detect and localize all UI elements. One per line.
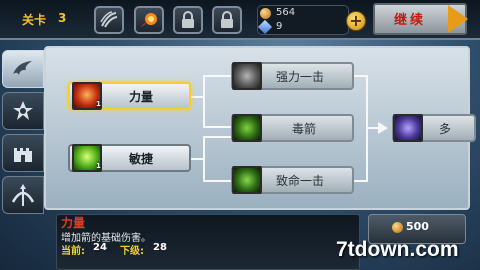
connector [203,136,231,138]
skill-label: 力量 [129,89,154,104]
skill-slot-fireball[interactable] [134,6,164,34]
skill-node-fatal-strike[interactable]: 致命一击 [231,166,354,194]
connector [353,75,367,77]
skill-level-badge: 1 [96,100,101,108]
next-level-label: 下级: [120,246,144,257]
skill-node-poison-arrow[interactable]: 毒箭 [231,114,354,142]
skill-label: 强力一击 [276,69,325,84]
current-level-label: 当前: [61,246,85,257]
skill-node-power-shot[interactable]: 强力一击 [231,62,354,90]
skill-slot-locked-1[interactable] [173,6,203,34]
castle-icon [14,148,32,162]
skill-label: 毒箭 [292,121,317,136]
star-icon [13,101,33,120]
skill-node-strength[interactable]: 力量 [68,82,191,110]
arrow-icon [378,122,388,134]
tab-castle[interactable] [2,134,44,172]
connector [203,180,231,182]
next-level-value: 28 [153,242,167,253]
poison-arrow-icon [232,114,262,142]
currency-panel [257,5,349,35]
connector [353,180,367,182]
watermark: 7tdown.com [336,238,459,261]
level-label: 关卡 [22,13,47,27]
skill-slot-locked-2[interactable] [212,6,242,34]
multi-shot-icon [393,114,423,142]
tab-wing[interactable] [2,50,44,88]
coin-count: 564 [276,7,296,18]
connector [190,158,204,160]
bow-icon [11,184,35,206]
coin-icon [392,222,403,233]
continue-arrow-icon [448,5,468,33]
fireball-icon [140,13,157,27]
add-currency-button[interactable]: + [346,11,366,31]
lock-icon [221,11,233,28]
gem-count: 9 [276,21,283,32]
skill-label: 致命一击 [276,173,325,188]
connector [203,75,231,77]
connector [203,126,231,128]
skill-slot-claw[interactable] [94,6,124,34]
upgrade-cost: 500 [406,220,429,233]
skill-label: 多 [439,121,452,136]
skill-node-agility[interactable]: 敏捷 [68,144,191,172]
skill-level-badge: 1 [96,162,101,170]
tab-star[interactable] [2,92,44,130]
connector [203,75,205,127]
wing-icon [13,61,32,75]
claw-slash-icon [100,11,118,28]
coin-icon [260,8,271,19]
current-level-value: 24 [93,242,107,253]
fatal-strike-icon [232,166,262,194]
tab-bow[interactable] [2,176,44,214]
continue-label: 继续 [394,13,427,28]
lock-icon [182,11,194,28]
power-shot-icon [232,62,262,90]
skill-label: 敏捷 [129,151,154,166]
skill-node-multi-shot[interactable]: 多 [392,114,476,142]
connector [190,96,204,98]
level-number: 3 [58,11,67,25]
connector [203,136,205,181]
